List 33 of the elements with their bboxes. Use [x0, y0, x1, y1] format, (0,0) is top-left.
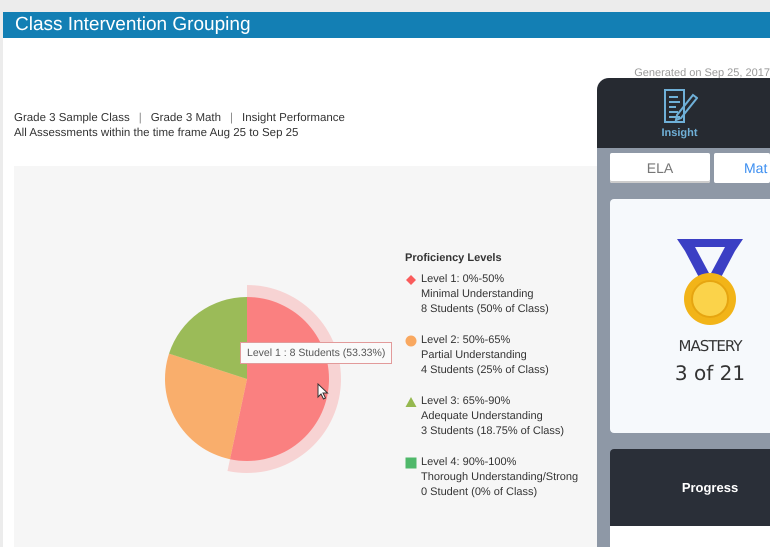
- subject-tab[interactable]: ELA: [610, 153, 710, 183]
- separator: |: [230, 112, 234, 124]
- legend-description: Thorough Understanding/Strong: [421, 470, 578, 485]
- generated-date: Generated on Sep 25, 2017: [634, 66, 770, 78]
- breadcrumb-text: Grade 3 Math: [150, 112, 222, 124]
- page-title: Class Intervention Grouping: [15, 14, 251, 36]
- legend-count: 4 Students (25% of Class): [421, 363, 549, 378]
- pie-slice[interactable]: [165, 354, 247, 460]
- separator: |: [138, 112, 142, 124]
- app-label: Insight: [661, 127, 698, 139]
- pie-slice[interactable]: [169, 297, 247, 379]
- progress-button[interactable]: Progress: [610, 449, 770, 526]
- chart-tooltip: Level 1 : 8 Students (53.33%): [240, 342, 392, 364]
- legend-label: Level 4: 90%-100%: [421, 455, 516, 470]
- medal-icon: [675, 237, 745, 327]
- legend-title: Proficiency Levels: [405, 252, 503, 264]
- subject-tab[interactable]: Mat: [714, 153, 770, 183]
- legend-count: 8 Students (50% of Class): [421, 302, 549, 317]
- badge-title: MASTERY: [678, 337, 742, 355]
- document-pencil-icon[interactable]: [662, 87, 698, 125]
- mouse-cursor-icon: [317, 383, 329, 400]
- legend-label: Level 3: 65%-90%: [421, 394, 510, 409]
- legend-label: Level 1: 0%-50%: [421, 272, 504, 287]
- legend-description: Partial Understanding: [421, 348, 527, 363]
- breadcrumb-text: Insight Performance: [242, 112, 345, 124]
- breadcrumb-text: Grade 3 Sample Class: [14, 112, 130, 124]
- legend-description: Adequate Understanding: [421, 409, 543, 424]
- legend-description: Minimal Understanding: [421, 287, 534, 302]
- legend-count: 0 Student (0% of Class): [421, 485, 538, 500]
- legend-label: Level 2: 50%-65%: [421, 333, 510, 348]
- legend-count: 3 Students (18.75% of Class): [421, 424, 564, 439]
- timeframe-text: All Assessments within the time frame Aug 25 to Sep 25: [14, 127, 298, 139]
- badge-count: 3 of 21: [674, 361, 746, 385]
